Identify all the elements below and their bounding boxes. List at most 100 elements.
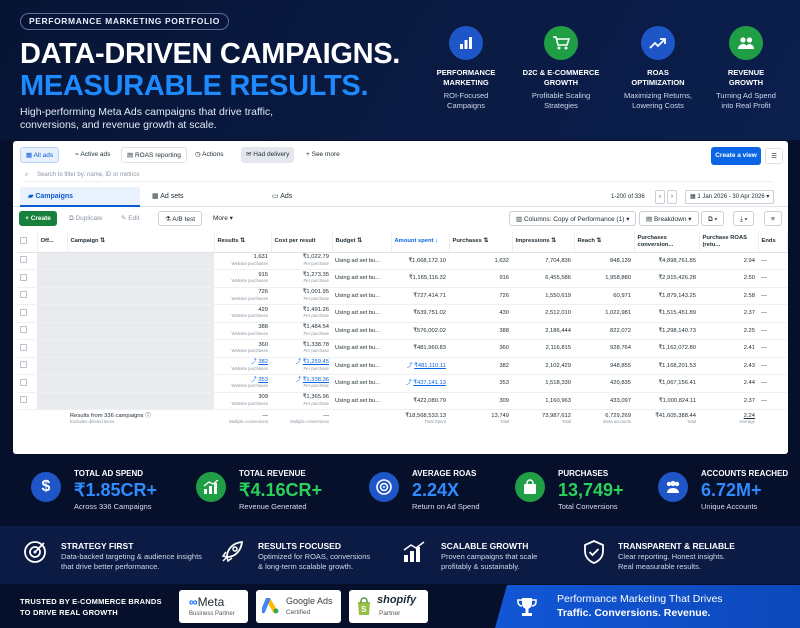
campaign-name-redacted[interactable] [67, 392, 214, 410]
stat-total-ad-spend: $ TOTAL AD SPEND ₹1.85CR+ Across 336 Cam… [31, 463, 181, 525]
campaign-toggle-redacted[interactable] [37, 374, 67, 393]
col-purchases-conversion[interactable]: Purchases conversion... [634, 232, 700, 253]
table-row[interactable]: 429 Website purchases ₹1,491.26 Per purchas… [17, 304, 787, 323]
campaign-toggle-redacted[interactable] [37, 304, 67, 323]
view-roas-reporting[interactable]: ▤ ROAS reporting [121, 147, 187, 163]
col-campaign[interactable]: Campaign ⇅ [67, 232, 215, 253]
campaign-toggle-redacted[interactable] [37, 339, 67, 358]
table-row[interactable]: ⤴ 382 Website purchases ⤴ ₹1,259.45 Per pur… [17, 357, 787, 375]
cost-value: ₹1,022.79 [302, 254, 329, 261]
cell-results: 726 Website purchases [214, 287, 271, 305]
shopping-bag-icon [515, 472, 545, 502]
purchases-value: 353 [499, 380, 509, 386]
cost-label: Per purchase [303, 400, 329, 406]
view-had-delivery[interactable]: ✉ Had delivery [241, 147, 295, 163]
col-budget[interactable]: Budget ⇅ [332, 232, 392, 253]
see-more-button[interactable]: + See more [301, 147, 345, 163]
campaign-toggle-redacted[interactable] [37, 287, 67, 305]
col-results[interactable]: Results ⇅ [214, 232, 272, 253]
col-reach[interactable]: Reach ⇅ [574, 232, 635, 253]
col-purchase-roas[interactable]: Purchase ROAS (retu... [699, 232, 759, 253]
col-ends[interactable]: Ends [758, 232, 788, 253]
row-checkbox[interactable] [17, 269, 37, 288]
cell-reach: 60,971 [574, 287, 634, 305]
campaign-toggle-redacted[interactable] [37, 322, 67, 340]
col-purchases[interactable]: Purchases ⇅ [449, 232, 513, 253]
tab-campaigns[interactable]: ▰ Campaigns [20, 187, 140, 207]
row-checkbox[interactable] [17, 374, 37, 393]
edit-button[interactable]: ✎ Edit [121, 211, 139, 226]
columns-dropdown[interactable]: ▥ Columns: Copy of Performance (1) ▾ [509, 211, 637, 226]
table-row[interactable]: 915 Website purchases ₹1,273.35 Per purchas… [17, 269, 787, 288]
create-view-button[interactable]: Create a view [711, 147, 761, 165]
dash: — [761, 345, 767, 351]
filter-search[interactable]: ⌕ Search to filter by: name, ID or metric… [23, 168, 773, 182]
campaign-name-redacted[interactable] [67, 374, 214, 393]
prev-page-button[interactable]: ‹ [655, 190, 665, 204]
campaign-name-redacted[interactable] [67, 339, 214, 358]
row-checkbox[interactable] [17, 322, 37, 340]
ab-test-button[interactable]: ⚗ A/B test [158, 211, 203, 226]
row-checkbox[interactable] [17, 392, 37, 410]
cell-reach: 928,764 [574, 339, 634, 358]
duplicate-button[interactable]: ⧉ Duplicate [69, 211, 103, 226]
totals-sub: Multiple conversions [290, 419, 329, 425]
row-checkbox[interactable] [17, 287, 37, 305]
tab-ads[interactable]: ▭ Ads [268, 187, 388, 207]
totals-roas: 2.24 [743, 412, 755, 419]
cost-label: Per purchase [303, 295, 329, 301]
row-checkbox[interactable] [17, 304, 37, 323]
campaign-name-redacted[interactable] [67, 287, 214, 305]
table-row[interactable]: ⤴ 353 Website purchases ⤴ ₹1,338.36 Per pur… [17, 374, 787, 393]
cost-label: Per purchase [303, 313, 329, 319]
settings-sliders-icon[interactable]: ☰ [765, 148, 783, 164]
campaign-name-redacted[interactable] [67, 304, 214, 323]
row-checkbox[interactable] [17, 252, 37, 270]
view-active-ads[interactable]: ⌁ Active ads [70, 147, 115, 163]
date-range-picker[interactable]: ▦ 1 Jan 2026 - 30 Apr 2026 ▾ [685, 190, 775, 204]
table-row[interactable]: 1,631 Website purchases ₹1,022.79 Per purch… [17, 252, 787, 270]
results-label: Website purchases [231, 260, 268, 266]
col-off[interactable]: Off... [37, 232, 68, 253]
campaign-toggle-redacted[interactable] [37, 252, 67, 270]
row-checkbox[interactable] [17, 357, 37, 375]
reach-value: 1,958,880 [605, 275, 631, 281]
table-row[interactable]: 388 Website purchases ₹1,484.54 Per purchas… [17, 322, 787, 340]
totals-label: Results from 336 campaigns [70, 412, 144, 419]
campaign-name-redacted[interactable] [67, 322, 214, 340]
create-button[interactable]: + Create [19, 211, 57, 226]
stat-label: PURCHASES [558, 469, 609, 478]
campaign-toggle-redacted[interactable] [37, 269, 67, 288]
table-row[interactable]: 309 Website purchases ₹1,365.96 Per purchas… [17, 392, 787, 410]
totals-row: Results from 336 campaigns ⓘ Excludes del… [17, 410, 787, 429]
table-row[interactable]: 360 Website purchases ₹1,338.78 Per purchas… [17, 339, 787, 358]
col-amount-spent[interactable]: Amount spent ↓ [391, 232, 450, 253]
col-impressions[interactable]: Impressions ⇅ [512, 232, 575, 253]
view-actions[interactable]: ◷ Actions [190, 147, 228, 163]
campaign-name-redacted[interactable] [67, 269, 214, 288]
breakdown-dropdown[interactable]: ▤ Breakdown ▾ [639, 211, 699, 226]
dash: — [761, 380, 767, 386]
totals-reach: 6,729,269 [605, 412, 631, 419]
campaign-toggle-redacted[interactable] [37, 392, 67, 410]
table-row[interactable]: 726 Website purchases ₹1,001.95 Per purchas… [17, 287, 787, 305]
spent-value: ₹422,080.79 [413, 397, 446, 404]
download-icon[interactable]: ⤓ ▾ [733, 211, 755, 226]
campaign-name-redacted[interactable] [67, 252, 214, 270]
sliders-icon[interactable]: ≡ [764, 211, 782, 226]
stat-value: 2.24X [412, 480, 460, 500]
cell-budget: Using ad set bu... [332, 339, 391, 358]
row-checkbox[interactable] [17, 339, 37, 358]
spent-value: ₹481,960.83 [413, 345, 446, 351]
col-cost-per-result[interactable]: Cost per result [271, 232, 333, 253]
more-dropdown[interactable]: More ▾ [213, 211, 233, 226]
tab-ad-sets[interactable]: ▦ Ad sets [148, 187, 263, 207]
campaign-name-redacted[interactable] [67, 357, 214, 375]
select-all-checkbox[interactable] [17, 232, 38, 253]
export-chart-icon[interactable]: ⧉ ▾ [701, 211, 725, 226]
campaign-toggle-redacted[interactable] [37, 357, 67, 375]
feature-title: REVENUE [727, 68, 765, 77]
roas-value: 2.58 [743, 292, 755, 299]
view-all-ads[interactable]: ▦ All ads [20, 147, 60, 163]
next-page-button[interactable]: › [667, 190, 677, 204]
